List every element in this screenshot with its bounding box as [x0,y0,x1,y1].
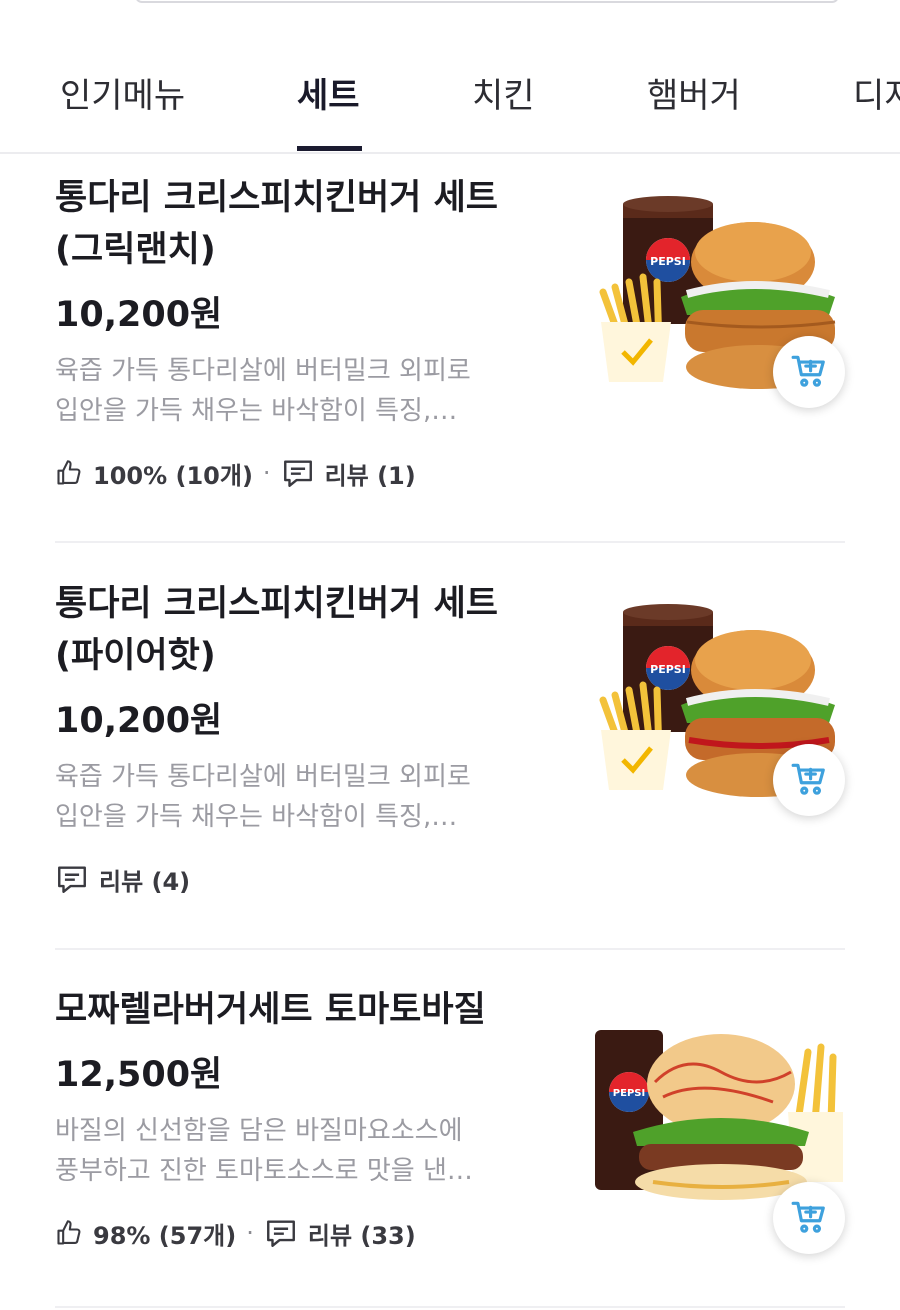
review-icon [281,456,315,490]
item-meta: 리뷰 (4) [55,861,845,897]
item-description: 육즙 가득 통다리살에 버터밀크 외피로 입안을 가득 채우는 바삭함이 특징,… [55,351,545,431]
item-title: 모짜렐라버거세트 토마토바질 [55,984,545,1036]
thumbs-up-icon [55,1219,83,1247]
add-to-cart-button[interactable] [773,336,845,408]
item-image: PEPSI [593,1022,845,1254]
item-description: 바질의 신선함을 담은 바질마요소스에 풍부하고 진한 토마토소스로 맛을 낸… [55,1111,545,1191]
item-description: 육즙 가득 통다리살에 버터밀크 외피로 입안을 가득 채우는 바삭함이 특징,… [55,757,545,837]
add-to-cart-icon [790,351,828,393]
add-to-cart-icon [790,759,828,801]
review-count[interactable]: 리뷰 (4) [99,862,190,897]
tab-dessert[interactable]: 디저 [853,68,900,117]
tab-burger[interactable]: 햄버거 [647,68,741,117]
tab-set[interactable]: 세트 [297,68,360,117]
item-description-line: 바질의 신선함을 담은 바질마요소스에 [55,1116,463,1146]
review-icon [264,1216,298,1250]
item-title-line: 통다리 크리스피치킨버거 세트 [55,584,498,624]
item-description-line: 풍부하고 진한 토마토소스로 맛을 낸… [55,1156,473,1186]
item-title: 통다리 크리스피치킨버거 세트 (그릭랜치) [55,172,545,276]
tab-popular[interactable]: 인기메뉴 [60,68,185,117]
item-title: 통다리 크리스피치킨버거 세트 (파이어핫) [55,578,545,682]
item-divider [55,541,845,543]
like-rate: 98% (57개) [93,1221,237,1250]
item-image: PEPSI [593,590,845,816]
item-title-line: 통다리 크리스피치킨버거 세트 [55,178,498,218]
item-description-line: 입안을 가득 채우는 바삭함이 특징,… [55,802,458,832]
drink-logo-text: PEPSI [613,1088,645,1099]
item-description-line: 육즙 가득 통다리살에 버터밀크 외피로 [55,762,471,792]
category-tab-bar: 인기메뉴 세트 치킨 햄버거 디저 [0,40,900,154]
drink-logo-text: PEPSI [650,255,686,268]
item-meta: 100% (10개) · 리뷰 (1) [55,455,845,491]
menu-item[interactable]: 모짜렐라버거세트 토마토바질 12,500원 바질의 신선함을 담은 바질마요소… [55,984,845,1254]
item-divider [55,948,845,950]
review-icon [55,862,89,896]
item-title-line: 모짜렐라버거세트 토마토바질 [55,990,486,1030]
item-divider [55,1306,845,1308]
item-description-line: 입안을 가득 채우는 바삭함이 특징,… [55,396,458,426]
add-to-cart-button[interactable] [773,1182,845,1254]
active-tab-indicator [297,146,362,151]
item-description-line: 육즙 가득 통다리살에 버터밀크 외피로 [55,356,471,386]
item-title-line: (그릭랜치) [55,230,216,270]
item-title-line: (파이어핫) [55,636,216,676]
top-sheet-edge [135,0,839,3]
like-rate: 100% (10개) [93,461,253,490]
menu-item[interactable]: 통다리 크리스피치킨버거 세트 (파이어핫) 10,200원 육즙 가득 통다리… [55,578,845,897]
thumbs-up-icon [55,459,83,487]
item-image: PEPSI [593,182,845,408]
drink-logo-text: PEPSI [650,663,686,676]
meta-separator: · [262,459,271,487]
tab-chicken[interactable]: 치킨 [472,68,535,117]
review-count[interactable]: 리뷰 (33) [308,1216,416,1251]
review-count[interactable]: 리뷰 (1) [325,456,416,491]
meta-separator: · [246,1219,254,1247]
menu-item[interactable]: 통다리 크리스피치킨버거 세트 (그릭랜치) 10,200원 육즙 가득 통다리… [55,172,845,491]
add-to-cart-icon [790,1197,828,1239]
add-to-cart-button[interactable] [773,744,845,816]
